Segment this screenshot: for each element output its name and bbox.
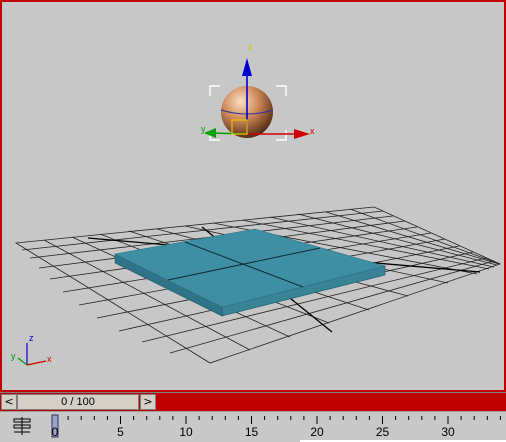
track-bar[interactable]: 0 5 10 15 20 25 30 bbox=[0, 411, 506, 442]
ruler-tick-label: 30 bbox=[441, 425, 455, 439]
next-frame-button[interactable]: > bbox=[140, 394, 156, 410]
gizmo-x-arrow bbox=[294, 129, 310, 139]
box-object[interactable] bbox=[114, 228, 387, 317]
prev-frame-button[interactable]: < bbox=[1, 394, 17, 410]
time-slider[interactable]: < 0 / 100 > bbox=[0, 392, 506, 411]
gizmo-axis-z-label: z bbox=[248, 42, 253, 52]
viewport-scene: z x y z x y bbox=[11, 42, 502, 366]
frame-display-slider[interactable]: 0 / 100 bbox=[17, 394, 139, 410]
tripod-y-label: y bbox=[11, 351, 16, 361]
gizmo-axis-y-label: y bbox=[201, 124, 206, 134]
tripod-x-label: x bbox=[47, 354, 52, 364]
perspective-viewport[interactable]: z x y z x y bbox=[0, 0, 506, 392]
ruler-tick-label: 5 bbox=[117, 425, 124, 439]
gizmo-axis-x-label: x bbox=[310, 126, 315, 136]
tripod-z-label: z bbox=[29, 333, 34, 343]
ruler-tick-label: 0 bbox=[51, 425, 59, 439]
axis-tripod: z x y bbox=[11, 333, 52, 366]
gizmo-z-arrow bbox=[242, 58, 252, 76]
sphere-object[interactable] bbox=[209, 85, 287, 141]
ruler-tick-label: 15 bbox=[244, 425, 259, 439]
ruler-tick-label: 20 bbox=[310, 425, 324, 439]
ruler-tick-label: 10 bbox=[179, 425, 193, 439]
ruler-tick-label: 25 bbox=[375, 425, 390, 439]
